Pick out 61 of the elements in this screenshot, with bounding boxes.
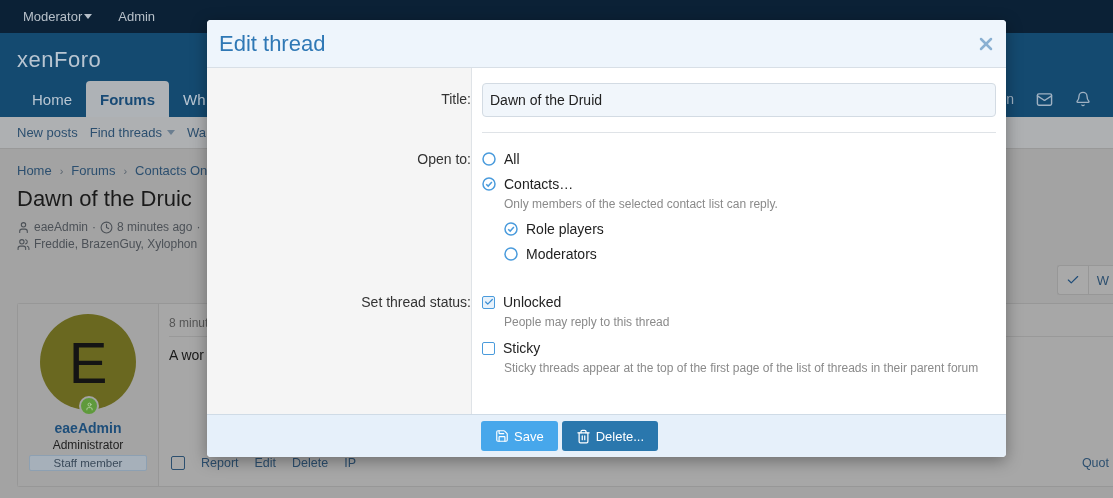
top-bar-link[interactable]: Admin	[118, 9, 156, 24]
radio-checked-icon[interactable]	[504, 222, 518, 236]
post-action-link[interactable]: IP	[344, 456, 357, 470]
option-hint: People may reply to this thread	[504, 314, 671, 331]
online-icon	[79, 396, 99, 416]
title-input[interactable]: Dawn of the Druid	[482, 83, 996, 117]
participants-list: Freddie, BrazenGuy, Xylophon	[34, 237, 198, 251]
username-link[interactable]: eaeAdmin	[54, 420, 122, 436]
sub-nav-link[interactable]: Wa	[186, 125, 206, 140]
radio-checked-icon[interactable]	[482, 177, 496, 191]
breadcrumb-link[interactable]: Contacts On	[135, 163, 208, 178]
option-label[interactable]: Role players	[526, 221, 604, 237]
sub-nav-link[interactable]: New posts	[17, 125, 78, 140]
meta-separator: ·	[92, 220, 97, 234]
nav-link[interactable]: n	[1006, 91, 1014, 107]
post-action-link[interactable]: Delete	[292, 456, 329, 470]
dialog-title: Edit thread	[219, 30, 326, 57]
option-label[interactable]: Sticky	[503, 340, 541, 356]
delete-button[interactable]: Delete...	[561, 421, 659, 451]
breadcrumb-link[interactable]: Home	[17, 163, 52, 178]
breadcrumb-separator: ›	[123, 164, 128, 177]
radio-icon[interactable]	[482, 152, 496, 166]
field-label: Title:	[440, 90, 471, 109]
post-action-link[interactable]: Report	[201, 456, 239, 470]
field-label: Open to:	[416, 151, 471, 169]
nav-tab[interactable]: Home	[18, 81, 86, 117]
select-checkbox[interactable]	[171, 456, 185, 470]
option-hint: Sticky threads appear at the top of the first page of the list of threads in their parent forum	[504, 360, 980, 377]
breadcrumb-separator: ›	[59, 164, 64, 177]
checkbox[interactable]	[482, 341, 495, 355]
clock-icon	[100, 220, 114, 234]
author-link[interactable]: eaeAdmin	[34, 220, 89, 234]
post-action-link[interactable]: Edit	[254, 456, 277, 470]
save-icon	[495, 429, 509, 443]
post-action-link[interactable]: Quot	[1081, 456, 1113, 470]
option-label[interactable]: Unlocked	[503, 294, 562, 310]
checkbox-icon	[1065, 273, 1080, 287]
meta-separator: ·	[196, 220, 201, 234]
radio-icon[interactable]	[504, 247, 518, 261]
user-icon	[17, 220, 30, 234]
thread-title: Dawn of the Druic	[17, 186, 192, 212]
post-body: A wor	[169, 347, 204, 363]
option-label[interactable]: All	[504, 151, 520, 167]
field-label: Set thread status:	[360, 294, 471, 312]
sub-nav-link[interactable]: Find threads	[89, 125, 175, 140]
nav-tab[interactable]: Forums	[86, 81, 170, 117]
trash-icon	[575, 428, 591, 444]
top-bar-link[interactable]: Moderator	[23, 9, 93, 24]
users-icon	[17, 237, 30, 251]
mail-icon[interactable]	[1036, 90, 1053, 108]
option-label[interactable]: Moderators	[526, 246, 597, 262]
save-button[interactable]: Save	[481, 421, 558, 451]
user-title: Administrator	[52, 438, 124, 452]
bell-icon[interactable]	[1075, 91, 1091, 107]
user-banner: Staff member	[29, 455, 147, 471]
breadcrumb-link[interactable]: Forums	[71, 163, 116, 178]
select-button[interactable]: W	[1056, 265, 1113, 295]
checkbox-checked[interactable]	[482, 295, 495, 309]
option-hint: Only members of the selected contact list can reply.	[504, 196, 779, 213]
option-label[interactable]: Contacts…	[504, 176, 574, 192]
post-time: 8 minutes ago	[117, 220, 193, 234]
